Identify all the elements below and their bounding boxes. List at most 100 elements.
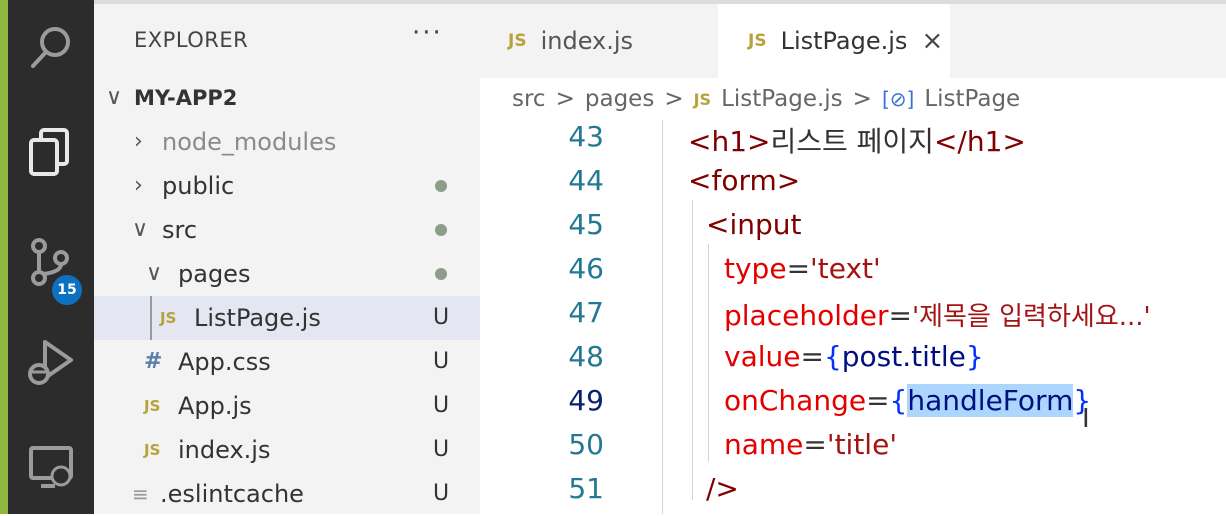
symbol-icon: [⊘]: [881, 87, 915, 111]
indent-guide: [692, 200, 693, 500]
tree-item-index-js[interactable]: JS index.js U: [94, 428, 480, 472]
breadcrumb-separator: >: [555, 86, 575, 112]
more-actions-button[interactable]: ···: [412, 18, 443, 48]
breadcrumb-item-symbol[interactable]: ListPage: [924, 86, 1020, 112]
chevron-down-icon: ∨: [106, 85, 123, 110]
code-token: }: [965, 340, 984, 373]
run-debug-activity-button[interactable]: [8, 322, 94, 402]
project-root[interactable]: ∨ MY-APP2: [94, 76, 480, 120]
tab-label: index.js: [540, 27, 634, 55]
code-token: =: [803, 428, 827, 461]
text-cursor-icon: I: [1082, 404, 1090, 434]
code-editor[interactable]: 43 44 45 46 47 48 49 50 51 <h1>리스트 페이지</…: [480, 120, 1226, 514]
code-line: type='text': [724, 252, 881, 285]
code-line: />: [706, 472, 739, 505]
search-activity-button[interactable]: [8, 8, 94, 88]
project-root-label: MY-APP2: [134, 86, 238, 110]
tree-item-pages[interactable]: ∨ pages: [94, 252, 480, 296]
code-line-current: onChange={handleForm}: [724, 384, 1091, 417]
line-number: 51: [568, 472, 604, 505]
tree-item-label: index.js: [178, 436, 271, 464]
code-token: post.title: [841, 340, 966, 373]
code-token: type: [724, 252, 787, 285]
search-icon: [31, 27, 70, 68]
code-token: value: [724, 340, 801, 373]
tree-item-app-css[interactable]: # App.css U: [94, 340, 480, 384]
code-token: {: [889, 384, 908, 417]
line-number: 50: [568, 428, 604, 461]
remote-explorer-activity-button[interactable]: [8, 428, 94, 508]
modified-dot-icon: [430, 208, 452, 252]
chevron-right-icon: ›: [134, 129, 143, 154]
tree-item-eslintcache[interactable]: ≡ .eslintcache U: [94, 472, 480, 516]
js-file-icon: JS: [144, 441, 161, 459]
code-token: onChange: [724, 384, 867, 417]
editor-tab-bar: JS index.js JS ListPage.js ×: [480, 4, 1226, 78]
source-control-activity-button[interactable]: 15: [8, 222, 94, 307]
code-token: =: [800, 340, 824, 373]
code-token: =: [888, 299, 912, 332]
tree-item-label: App.js: [178, 392, 252, 420]
activity-bar: 15: [8, 0, 94, 514]
breadcrumb-separator: >: [664, 86, 684, 112]
tree-item-app-js[interactable]: JS App.js U: [94, 384, 480, 428]
breadcrumb: src > pages > JS ListPage.js > [⊘] ListP…: [480, 78, 1226, 120]
chevron-right-icon: ›: [134, 173, 143, 198]
tab-listpage-js[interactable]: JS ListPage.js ×: [718, 4, 950, 78]
js-file-icon: JS: [144, 397, 161, 415]
tree-item-label: App.css: [178, 348, 271, 376]
close-icon[interactable]: ×: [921, 26, 943, 56]
js-file-icon: JS: [693, 89, 712, 109]
untracked-status: U: [432, 481, 450, 506]
code-line: placeholder='제목을 입력하세요...': [724, 296, 1151, 333]
breadcrumb-item-pages[interactable]: pages: [585, 86, 654, 112]
code-token: name: [724, 428, 804, 461]
code-token: {: [823, 340, 842, 373]
selected-text: handleForm: [907, 384, 1074, 417]
line-number: 48: [568, 340, 604, 373]
css-file-icon: #: [144, 349, 163, 374]
untracked-status: U: [432, 393, 450, 418]
code-line: <input: [706, 208, 802, 241]
js-file-icon: JS: [748, 31, 767, 51]
code-token: '제목을 입력하세요...': [911, 302, 1151, 332]
chevron-down-icon: ∨: [132, 217, 149, 242]
text-file-icon: ≡: [132, 482, 149, 506]
breadcrumb-separator: >: [852, 86, 872, 112]
line-number: 44: [568, 164, 604, 197]
explorer-sidebar: EXPLORER ··· ∨ MY-APP2 › node_modules › …: [94, 4, 480, 514]
tree-item-node-modules[interactable]: › node_modules: [94, 120, 480, 164]
js-file-icon: JS: [508, 31, 527, 51]
files-icon: [29, 128, 69, 176]
untracked-status: U: [432, 437, 450, 462]
window-edge-strip: [0, 0, 8, 514]
tree-item-label: ListPage.js: [194, 304, 321, 332]
code-token: <h1>: [688, 125, 771, 158]
code-token: 'title': [826, 428, 898, 461]
tree-item-src[interactable]: ∨ src: [94, 208, 480, 252]
code-line: value={post.title}: [724, 340, 984, 373]
line-number: 46: [568, 252, 604, 285]
line-number-current: 49: [568, 384, 604, 417]
chevron-down-icon: ∨: [146, 261, 163, 286]
breadcrumb-item-src[interactable]: src: [512, 86, 546, 112]
indent-guide: [708, 244, 709, 462]
tree-item-public[interactable]: › public: [94, 164, 480, 208]
run-debug-icon: [28, 340, 73, 385]
modified-dot-icon: [430, 164, 452, 208]
indent-guide: [150, 296, 152, 340]
modified-dot-icon: [430, 252, 452, 296]
explorer-activity-button[interactable]: [8, 112, 94, 192]
untracked-status: U: [432, 305, 450, 330]
tab-index-js[interactable]: JS index.js: [480, 4, 716, 78]
code-token: 리스트 페이지: [770, 125, 934, 158]
explorer-title: EXPLORER: [134, 28, 249, 52]
breadcrumb-item-file[interactable]: ListPage.js: [721, 86, 843, 112]
remote-explorer-icon: [29, 446, 73, 488]
line-number: 47: [568, 296, 604, 329]
line-number: 43: [568, 120, 604, 153]
indent-guide: [662, 120, 663, 514]
code-line: <form>: [688, 164, 801, 197]
code-token: placeholder: [724, 299, 889, 332]
tree-item-label: .eslintcache: [160, 480, 304, 508]
